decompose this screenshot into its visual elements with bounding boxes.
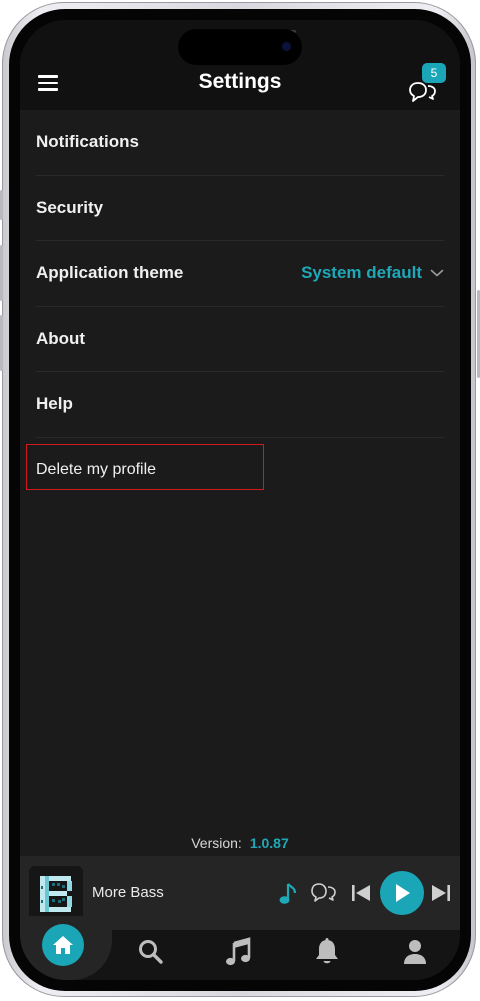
music-note-icon[interactable]: [278, 880, 300, 908]
settings-item-notifications[interactable]: Notifications: [36, 110, 444, 176]
settings-item-help[interactable]: Help: [36, 372, 444, 438]
previous-icon[interactable]: [350, 882, 372, 904]
dynamic-island: [178, 29, 302, 65]
user-icon: [404, 940, 426, 964]
side-button-volume-down: [0, 315, 3, 371]
search-icon: [139, 940, 163, 964]
chat-badge: 5: [422, 63, 446, 83]
settings-item-delete-profile[interactable]: Delete my profile: [36, 438, 444, 503]
tab-home[interactable]: [42, 924, 84, 966]
version-number: 1.0.87: [249, 835, 289, 851]
theme-select[interactable]: System default: [301, 241, 444, 306]
page-title: Settings: [198, 70, 282, 93]
bottom-tab-bar: [20, 916, 460, 980]
side-button-action: [0, 190, 3, 220]
settings-item-security[interactable]: Security: [36, 176, 444, 241]
app-header: Settings 5: [20, 20, 460, 110]
settings-item-label: Help: [36, 394, 73, 414]
chevron-down-icon: [430, 269, 444, 277]
album-art[interactable]: [29, 866, 83, 920]
settings-item-label: Delete my profile: [36, 460, 157, 478]
settings-item-label: Application theme: [36, 263, 184, 283]
music-note-icon: [226, 937, 251, 966]
next-icon[interactable]: [430, 882, 452, 904]
play-button[interactable]: [380, 871, 424, 915]
settings-item-about[interactable]: About: [36, 307, 444, 372]
play-icon: [396, 884, 410, 902]
tab-search[interactable]: [131, 934, 171, 970]
settings-item-label: About: [36, 328, 86, 348]
home-icon: [53, 936, 73, 954]
camera-icon: [283, 43, 290, 50]
version-info: Version: 1.0.87: [20, 835, 460, 851]
track-title: More Bass: [92, 884, 164, 901]
settings-item-label: Notifications: [36, 132, 139, 152]
tab-notifications[interactable]: [307, 934, 347, 970]
settings-list: Notifications Security Application theme…: [36, 110, 444, 502]
side-button-volume-up: [0, 245, 3, 301]
settings-item-application-theme[interactable]: Application theme System default: [36, 241, 444, 307]
app-screen: Settings 5 Notifications Security Applic…: [20, 20, 460, 980]
version-label: Version:: [191, 835, 242, 851]
theme-select-value: System default: [301, 263, 422, 283]
bell-icon: [316, 938, 338, 964]
tab-music[interactable]: [219, 934, 259, 970]
settings-item-label: Security: [36, 197, 104, 217]
tab-profile[interactable]: [395, 934, 435, 970]
chat-bubbles-icon[interactable]: [310, 878, 340, 908]
